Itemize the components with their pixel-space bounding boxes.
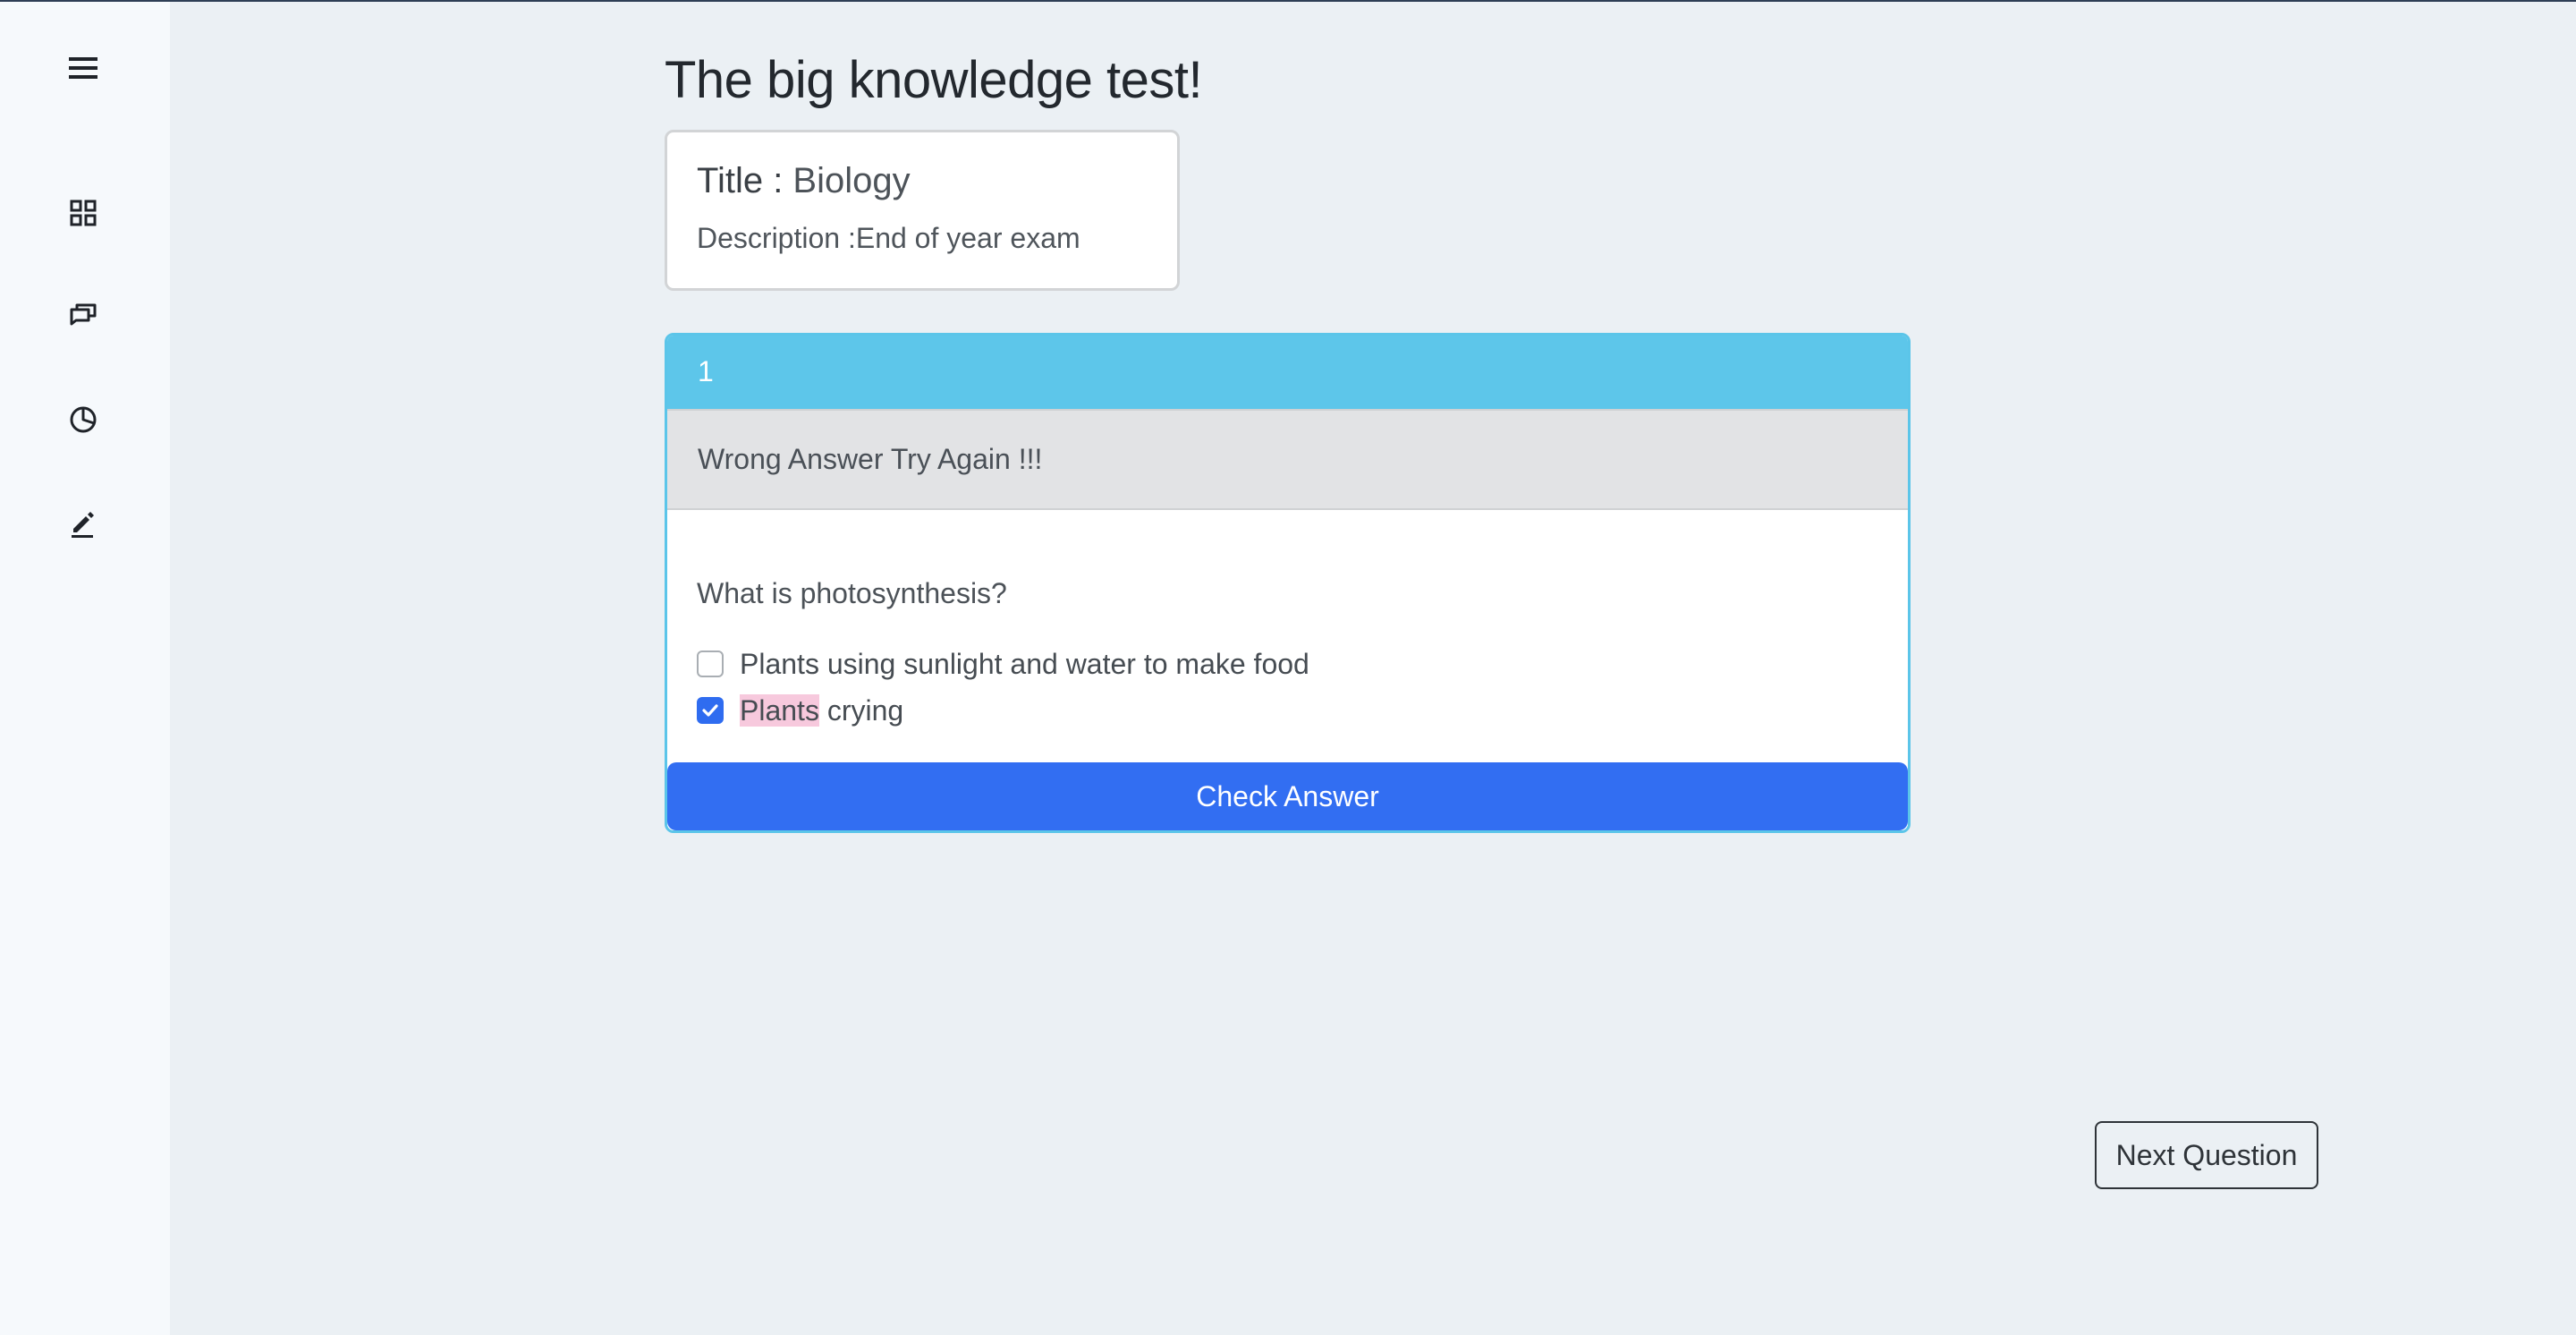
next-question-button[interactable]: Next Question [2095, 1121, 2318, 1189]
stats-button[interactable] [65, 402, 101, 438]
checkmark-icon [702, 704, 718, 717]
highlighted-text: Plants [740, 693, 819, 727]
menu-icon [69, 57, 97, 79]
option-checkbox[interactable] [697, 650, 724, 677]
answer-option[interactable]: Plants using sunlight and water to make … [697, 646, 1309, 682]
question-text: What is photosynthesis? [697, 577, 1007, 609]
question-card: 1 Wrong Answer Try Again !!! What is pho… [665, 333, 1911, 833]
menu-button[interactable] [65, 50, 101, 86]
option-label: Plants using sunlight and water to make … [740, 647, 1309, 680]
sidebar [0, 2, 170, 1335]
quiz-title: Title : Biology [697, 161, 911, 201]
pie-chart-icon [70, 406, 97, 433]
chat-icon [70, 303, 97, 326]
quiz-title-value: Biology [792, 161, 911, 200]
quiz-info-card: Title : Biology Description :End of year… [665, 130, 1180, 291]
feedback-text: Wrong Answer Try Again !!! [698, 443, 1043, 475]
option-label: Plants crying [740, 693, 904, 727]
dashboard-icon [70, 200, 97, 226]
check-answer-button[interactable]: Check Answer [667, 762, 1908, 830]
chat-button[interactable] [65, 298, 101, 334]
question-header: 1 [667, 336, 1908, 409]
edit-icon [72, 512, 94, 538]
dashboard-button[interactable] [65, 195, 101, 231]
quiz-description: Description :End of year exam [697, 222, 1080, 254]
edit-button[interactable] [65, 506, 101, 541]
quiz-title-label: Title : [697, 161, 793, 200]
answer-option[interactable]: Plants crying [697, 693, 903, 728]
feedback-alert: Wrong Answer Try Again !!! [667, 409, 1908, 510]
option-checkbox-checked[interactable] [697, 697, 724, 724]
option-label-rest: crying [818, 693, 904, 727]
page-title: The big knowledge test! [665, 51, 1203, 109]
question-number: 1 [698, 355, 714, 387]
